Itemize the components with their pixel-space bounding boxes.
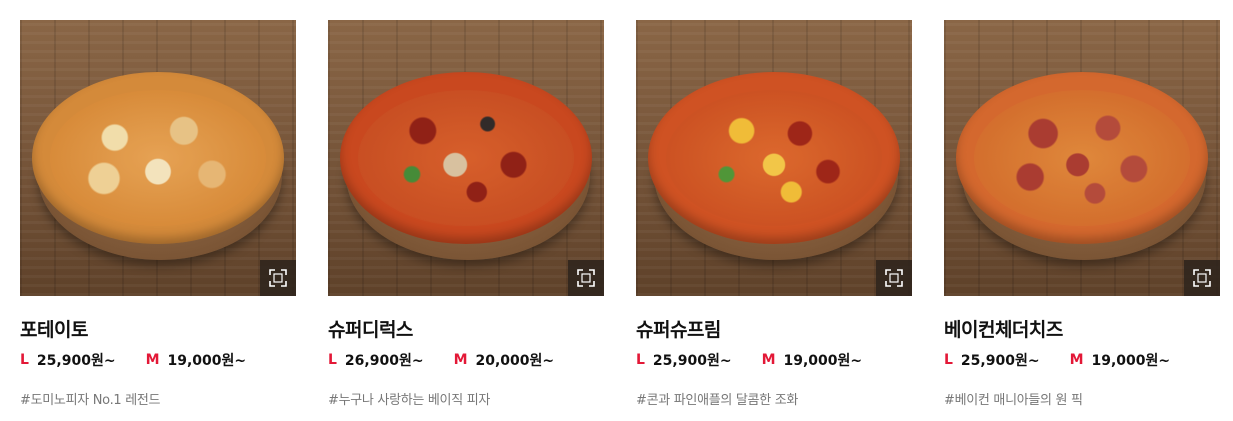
product-image[interactable] [20,20,296,296]
size-medium-label: M [1069,352,1084,368]
product-prices: L 25,900원~ M 19,000원~ [944,350,1220,370]
size-medium-label: M [145,352,160,368]
product-image[interactable] [636,20,912,296]
product-card-bacon-cheddar[interactable]: 베이컨체더치즈 L 25,900원~ M 19,000원~ #베이컨 매니아들의… [944,20,1220,408]
product-image[interactable] [944,20,1220,296]
zoom-button[interactable] [568,260,604,296]
price-large: 26,900원~ [344,353,424,369]
size-medium-label: M [761,352,776,368]
product-name[interactable]: 포테이토 [20,318,296,342]
product-tagline: #콘과 파인애플의 달콤한 조화 [636,393,799,408]
price-large: 25,900원~ [960,353,1040,369]
price-large: 25,900원~ [36,353,116,369]
price-medium: 19,000원~ [783,353,863,369]
pizza-image [648,72,900,244]
zoom-expand-icon [577,269,595,287]
zoom-button[interactable] [260,260,296,296]
product-name[interactable]: 베이컨체더치즈 [944,318,1220,342]
zoom-button[interactable] [876,260,912,296]
pizza-image [340,72,592,244]
product-image[interactable] [328,20,604,296]
product-tagline: #누구나 사랑하는 베이직 피자 [328,393,491,408]
product-prices: L 26,900원~ M 20,000원~ [328,350,604,370]
product-tagline: #도미노피자 No.1 레전드 [20,393,161,408]
product-name[interactable]: 슈퍼슈프림 [636,318,912,342]
product-tagline: #베이컨 매니아들의 원 픽 [944,393,1083,408]
product-card-super-supreme[interactable]: 슈퍼슈프림 L 25,900원~ M 19,000원~ #콘과 파인애플의 달콤… [636,20,912,408]
product-grid: 포테이토 L 25,900원~ M 19,000원~ #도미노피자 No.1 레… [0,0,1233,421]
pizza-image [32,72,284,244]
product-card-potato[interactable]: 포테이토 L 25,900원~ M 19,000원~ #도미노피자 No.1 레… [20,20,296,408]
zoom-button[interactable] [1184,260,1220,296]
pizza-image [956,72,1208,244]
zoom-expand-icon [269,269,287,287]
size-large-label: L [944,352,953,368]
price-medium: 19,000원~ [1091,353,1171,369]
size-large-label: L [20,352,29,368]
product-name[interactable]: 슈퍼디럭스 [328,318,604,342]
price-medium: 20,000원~ [475,353,555,369]
product-prices: L 25,900원~ M 19,000원~ [636,350,912,370]
price-large: 25,900원~ [652,353,732,369]
product-prices: L 25,900원~ M 19,000원~ [20,350,296,370]
product-card-super-deluxe[interactable]: 슈퍼디럭스 L 26,900원~ M 20,000원~ #누구나 사랑하는 베이… [328,20,604,408]
size-large-label: L [636,352,645,368]
size-large-label: L [328,352,337,368]
size-medium-label: M [453,352,468,368]
zoom-expand-icon [1193,269,1211,287]
zoom-expand-icon [885,269,903,287]
price-medium: 19,000원~ [167,353,247,369]
